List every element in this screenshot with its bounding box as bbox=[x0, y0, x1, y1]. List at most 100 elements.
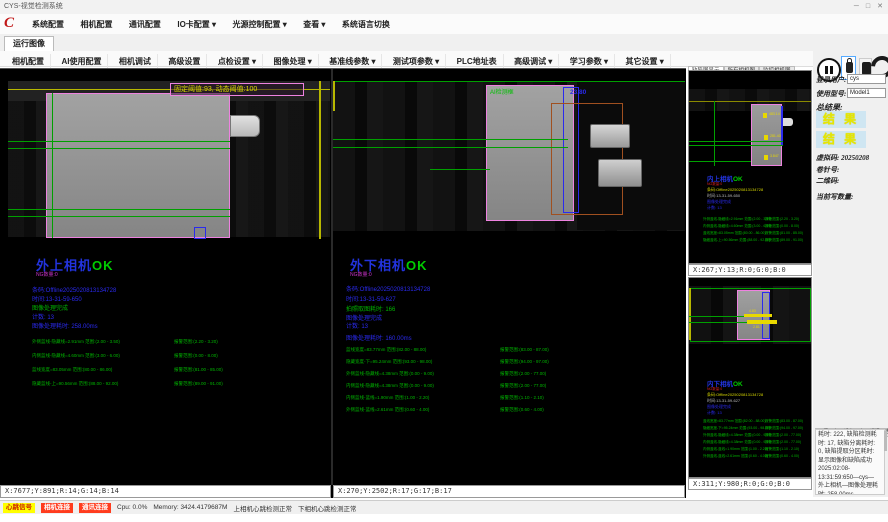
menu-item-language-switch[interactable]: 系统语言切换 bbox=[336, 15, 396, 34]
preview-tabs: 缺陷图显示所有相机图监控相机图 bbox=[688, 59, 812, 70]
blue-edge bbox=[781, 106, 783, 146]
measurement-row: 外侧蓝线-隐藏线=4.38mm 范围:(0.00 - 9.00)报警范围:(2.… bbox=[703, 433, 811, 438]
model-field[interactable]: Model1 bbox=[847, 88, 886, 98]
defect-label: 2.81 bbox=[753, 325, 760, 329]
measurement-row: 内侧蓝线-隐藏线=4.38mm 范围:(0.00 - 9.00)报警范围:(2.… bbox=[703, 440, 811, 445]
menu-item-light-config[interactable]: 光源控制配置 ▾ bbox=[227, 15, 293, 34]
clip-part bbox=[230, 115, 260, 137]
left-yellow-v bbox=[333, 81, 335, 111]
tab-run-image[interactable]: 运行图像 bbox=[4, 36, 54, 51]
blue-roi-value: 23.80 bbox=[570, 89, 586, 96]
needle-label: 卷针号: bbox=[816, 165, 839, 175]
tool-advanced-settings[interactable]: 高级设置 bbox=[162, 54, 207, 69]
heartbeat-top-camera: 上相机心跳检测正常 bbox=[233, 503, 292, 513]
boundary-yellow-v bbox=[319, 81, 321, 239]
threshold-label: 固定阈值:93, 动态阈值:100 bbox=[170, 83, 304, 96]
menu-item-view[interactable]: 查看 ▾ bbox=[297, 15, 331, 34]
virtual-code-value: 20250208 bbox=[841, 154, 869, 162]
camera-view-outer-bottom[interactable]: AI检测框 23.80 外下相机OK NG数量:0 条码:Offline2025… bbox=[333, 69, 686, 485]
tool-ai-use-config[interactable]: AI使用配置 bbox=[55, 54, 108, 69]
app-window: CYS-视觉检测系统 ─ □ ✕ C 系统配置 相机配置 通讯配置 IO卡配置 ▾ … bbox=[0, 0, 888, 522]
defect-label: 3.847 bbox=[770, 154, 779, 158]
title-bar: CYS-视觉检测系统 bbox=[0, 0, 888, 14]
virtual-code-label: 虚拟码: 20250208 bbox=[816, 153, 869, 163]
tool-advanced-debug[interactable]: 高级调试 ▾ bbox=[508, 54, 559, 69]
measurement-row: 蓝线宽度=83.77mm 范围:(82.00 - 88.00)报警范围:(83.… bbox=[703, 419, 811, 424]
ng-counter: NG数量:0 bbox=[350, 271, 372, 278]
top-green-line bbox=[333, 81, 685, 82]
measurement-row: 外侧蓝线-蓝线=2.61mm 范围:(0.60 - 4.00)报警范围:(0.6… bbox=[703, 454, 811, 459]
measure-line-h3 bbox=[689, 161, 751, 162]
tool-baseline-params[interactable]: 基准线参数 ▾ bbox=[323, 54, 382, 69]
time-line: 时间:13-31-59-627 bbox=[346, 294, 396, 303]
count-line: 计数: 13 bbox=[707, 410, 722, 416]
tool-other-settings[interactable]: 其它设置 ▾ bbox=[619, 54, 670, 69]
close-icon[interactable]: ✕ bbox=[877, 3, 883, 10]
tool-plc-address[interactable]: PLC地址表 bbox=[451, 54, 504, 69]
measure-line-v bbox=[714, 101, 715, 166]
measurement-row: 隐藏蓝线-上=90.56mm 范围:(88.00 - 92.00)报警范围:(8… bbox=[32, 381, 322, 387]
measure-line-h2 bbox=[8, 148, 230, 149]
camera-stage: 固定阈值:93, 动态阈值:100 外上相机OK NG数量:0 条码:Offli… bbox=[0, 68, 686, 498]
measurement-row: 外侧蓝线-蓝线=2.61mm 范围:(0.60 - 4.00)报警范围:(0.6… bbox=[346, 407, 666, 413]
result-box-top: 结 果 bbox=[816, 111, 866, 128]
clip-part bbox=[783, 118, 793, 126]
measure-line-h2 bbox=[689, 145, 783, 146]
count-line: 计数: 13 bbox=[32, 312, 54, 321]
comm-connection-badge: 通讯连接 bbox=[79, 503, 111, 513]
measurement-row: 内侧蓝线-蓝线=1.90mm 范围:(1.00 - 2.20)报警范围:(1.1… bbox=[703, 447, 811, 452]
menu-item-comm-config[interactable]: 通讯配置 bbox=[123, 15, 167, 34]
status-bar: 心跳信号 相机连接 通讯连接 Cpu: 0.0% Memory: 3424.41… bbox=[0, 500, 888, 514]
maximize-icon[interactable]: □ bbox=[866, 3, 870, 10]
window-controls: ─ □ ✕ bbox=[847, 0, 883, 14]
preview-inner-bottom[interactable]: 4.83 2.81 内下相机OK NG数量:0 条码:Offline202502… bbox=[688, 277, 812, 478]
process-time-line: 图像处理耗时: 160.00ms bbox=[346, 333, 412, 342]
olive-line bbox=[689, 101, 811, 102]
tab-strip: 运行图像 bbox=[0, 34, 888, 52]
barcode-line: 条码:Offline2025020813134728 bbox=[32, 285, 116, 294]
memory-usage: Memory: 3424.4179687M bbox=[153, 504, 227, 511]
minimize-icon[interactable]: ─ bbox=[854, 3, 859, 10]
status-ok: OK bbox=[406, 258, 428, 273]
preview-inner-top[interactable]: 483.14 281.40 3.847 内上相机OK NG数量:0 条码:Off… bbox=[688, 70, 812, 264]
barcode-line: 条码:Offline2025020813134728 bbox=[346, 284, 430, 293]
menu-item-camera-config[interactable]: 相机配置 bbox=[74, 15, 118, 34]
result-box-bottom: 结 果 bbox=[816, 131, 866, 148]
tool-spot-check[interactable]: 点检设置 ▾ bbox=[212, 54, 263, 69]
defect-mark bbox=[764, 135, 768, 140]
login-user-field[interactable]: cys bbox=[847, 74, 886, 84]
measure-line-h1 bbox=[689, 141, 783, 142]
measurement-row: 蓝线宽度=83.05mm 范围:(80.00 - 86.00)报警范围:(81.… bbox=[703, 231, 811, 236]
sidebar: 登录用户: cys 使用型号: Model1 总结果: 结 果 结 果 虚拟码:… bbox=[813, 51, 888, 497]
pixel-coord-readout-p1: X:267;Y:13;R:0;G:0;B:0 bbox=[688, 264, 812, 276]
pixel-coord-readout-left: X:7677;Y:891;R:14;G:14;B:14 bbox=[0, 485, 331, 498]
measurement-row: 外侧蓝线-隐藏线=2.91mm 范围:(2.00 - 3.50)报警范围:(2.… bbox=[703, 217, 811, 222]
grab-time-line: 拍照取图耗时: 166 bbox=[346, 304, 395, 313]
metal-part-2 bbox=[598, 159, 642, 187]
window-title: CYS-视觉检测系统 bbox=[4, 3, 63, 10]
tool-learn-params[interactable]: 学习参数 ▾ bbox=[564, 54, 615, 69]
measurement-row: 外侧蓝线-隐藏线=2.91mm 范围:(2.00 - 3.50)报警范围:(2.… bbox=[32, 339, 322, 345]
log-textbox[interactable]: 耗时: 222, 缺陷检测耗时: 17, 缺陷分离耗时: 0, 缺陷提取分区耗时… bbox=[815, 429, 885, 495]
process-time-line: 图像处理耗时: 258.00ms bbox=[32, 321, 98, 330]
measurement-row: 蓝线宽度=83.77mm 范围:(82.00 - 88.00)报警范围:(83.… bbox=[346, 347, 666, 353]
menu-item-io-config[interactable]: IO卡配置 ▾ bbox=[171, 15, 222, 34]
tool-camera-config[interactable]: 相机配置 bbox=[6, 54, 51, 69]
tool-test-params[interactable]: 测试项参数 ▾ bbox=[387, 54, 446, 69]
tool-camera-debug[interactable]: 相机调试 bbox=[113, 54, 158, 69]
app-logo-icon: C bbox=[4, 15, 22, 33]
lock-icon bbox=[846, 62, 853, 73]
measurement-row: 内侧蓝线-隐藏线=4.38mm 范围:(0.00 - 9.00)报警范围:(2.… bbox=[346, 383, 666, 389]
menu-items: 系统配置 相机配置 通讯配置 IO卡配置 ▾ 光源控制配置 ▾ 查看 ▾ 系统语… bbox=[26, 14, 396, 34]
count-line: 计数: 13 bbox=[346, 321, 368, 330]
defect-label: 483.14 bbox=[769, 112, 780, 116]
heartbeat-badge: 心跳信号 bbox=[3, 503, 35, 513]
tool-image-process[interactable]: 图像处理 ▾ bbox=[268, 54, 319, 69]
machine-image bbox=[689, 89, 811, 111]
log-scrollbar[interactable] bbox=[884, 431, 887, 451]
time-line: 时间:13-31-59-650 bbox=[32, 294, 82, 303]
measure-line-h2 bbox=[333, 147, 568, 148]
camera-view-outer-top[interactable]: 固定阈值:93, 动态阈值:100 外上相机OK NG数量:0 条码:Offli… bbox=[0, 69, 331, 485]
pixel-coord-readout-p2: X:311;Y:980;R:0;G:0;B:0 bbox=[688, 478, 812, 490]
menu-item-system-config[interactable]: 系统配置 bbox=[26, 15, 70, 34]
